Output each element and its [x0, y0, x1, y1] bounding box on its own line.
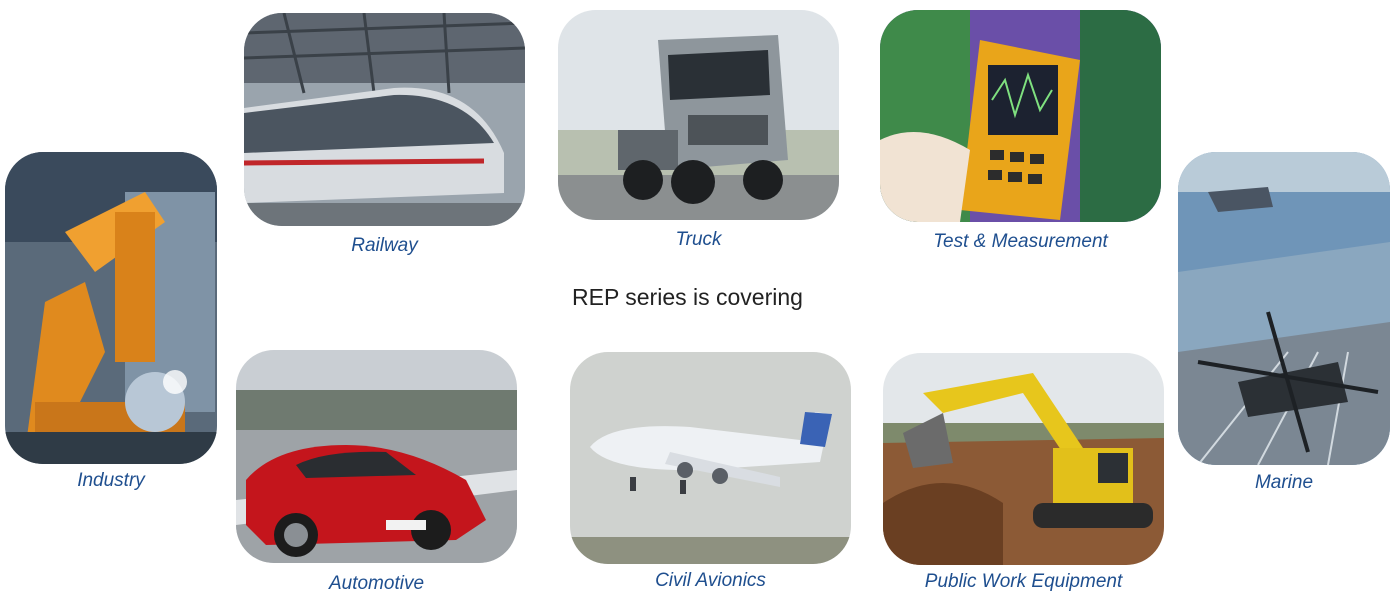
- automotive-caption: Automotive: [328, 573, 425, 594]
- headline: REP series is covering: [572, 284, 803, 310]
- marine-caption: Marine: [1254, 472, 1314, 493]
- civil-avionics-caption: Civil Avionics: [655, 570, 766, 591]
- industry-image: [5, 152, 217, 464]
- railway-image: [244, 13, 525, 226]
- truck-image: [558, 10, 839, 220]
- automotive-image: [236, 350, 517, 563]
- truck-caption: Truck: [675, 229, 722, 250]
- test-measurement-caption: Test & Measurement: [933, 231, 1108, 252]
- civil-avionics-image: [570, 352, 851, 564]
- marine-image: [1178, 152, 1390, 465]
- industry-caption: Industry: [77, 470, 145, 491]
- test-measurement-image: [880, 10, 1161, 222]
- public-work-equipment-caption: Public Work Equipment: [924, 571, 1123, 592]
- railway-caption: Railway: [351, 235, 418, 256]
- public-work-equipment-image: [883, 353, 1164, 565]
